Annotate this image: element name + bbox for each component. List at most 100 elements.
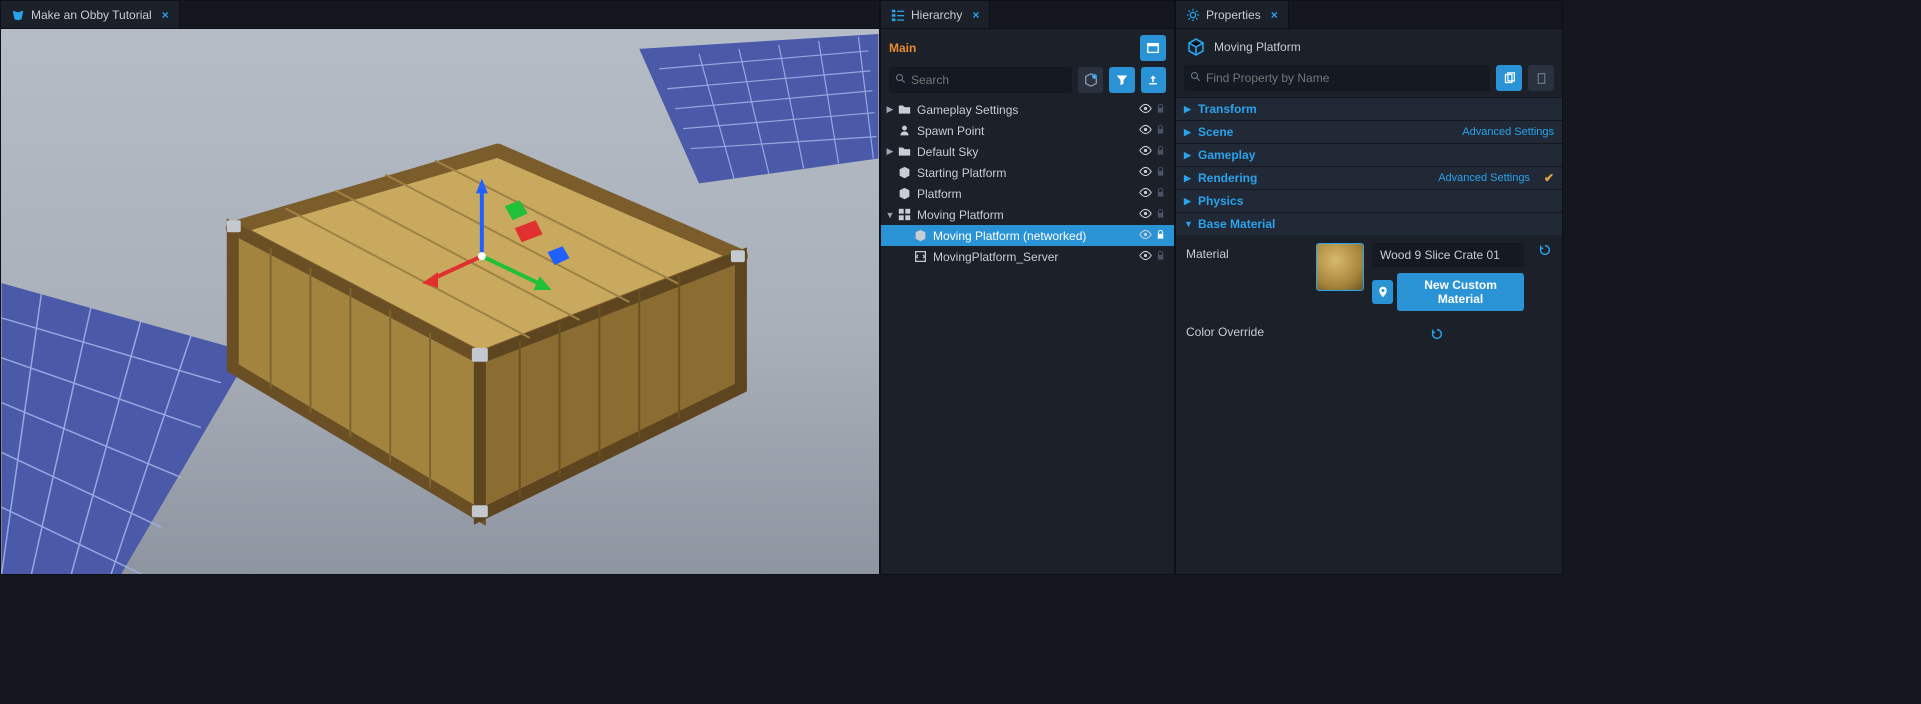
cube-icon: [913, 229, 927, 243]
lock-icon[interactable]: [1154, 124, 1166, 138]
section-physics[interactable]: ▶ Physics: [1176, 189, 1562, 212]
hierarchy-tab[interactable]: Hierarchy ×: [881, 1, 990, 28]
paste-properties-button[interactable]: [1528, 65, 1554, 91]
reset-icon[interactable]: [1430, 327, 1444, 344]
hierarchy-item-label: Platform: [917, 187, 1138, 201]
visibility-icon[interactable]: [1138, 165, 1152, 181]
reset-icon[interactable]: [1538, 243, 1552, 260]
hierarchy-item[interactable]: Platform: [881, 183, 1174, 204]
filter-button[interactable]: [1109, 67, 1134, 93]
expander-icon[interactable]: ▶: [885, 104, 895, 115]
properties-tab-bar: Properties ×: [1176, 1, 1562, 29]
check-icon: ✔: [1544, 171, 1554, 185]
hierarchy-tree[interactable]: ▶ Gameplay Settings Spawn Point ▶ Default Sk…: [881, 99, 1174, 574]
properties-search[interactable]: [1184, 65, 1490, 91]
color-override-label: Color Override: [1186, 321, 1306, 339]
section-scene[interactable]: ▶ Scene Advanced Settings: [1176, 120, 1562, 143]
new-custom-material-button[interactable]: New Custom Material: [1397, 273, 1524, 311]
caret-right-icon: ▶: [1184, 196, 1192, 207]
hierarchy-item[interactable]: Spawn Point: [881, 120, 1174, 141]
lock-icon[interactable]: [1154, 103, 1166, 117]
visibility-icon[interactable]: [1138, 228, 1152, 244]
hierarchy-item[interactable]: MovingPlatform_Server: [881, 246, 1174, 267]
expander-icon[interactable]: ▼: [885, 210, 895, 220]
cube-icon: [1186, 37, 1206, 57]
hierarchy-header: Main: [881, 29, 1174, 67]
section-base-material[interactable]: ▼ Base Material: [1176, 212, 1562, 235]
folder-icon: [897, 103, 911, 117]
section-rendering[interactable]: ▶ Rendering Advanced Settings ✔: [1176, 166, 1562, 189]
lock-icon[interactable]: [1154, 229, 1166, 243]
hierarchy-item[interactable]: ▶ Default Sky: [881, 141, 1174, 162]
lock-icon[interactable]: [1154, 208, 1166, 222]
section-transform[interactable]: ▶ Transform: [1176, 97, 1562, 120]
lock-icon[interactable]: [1154, 166, 1166, 180]
solar-panel-right: [639, 34, 878, 183]
properties-panel: Properties × Moving Platform ▶ Transform…: [1175, 0, 1563, 575]
viewport-tab[interactable]: Make an Obby Tutorial ×: [1, 1, 180, 28]
hierarchy-tab-label: Hierarchy: [911, 8, 962, 22]
visibility-icon[interactable]: [1138, 102, 1152, 118]
lock-icon[interactable]: [1154, 187, 1166, 201]
caret-right-icon: ▶: [1184, 127, 1192, 138]
hierarchy-item[interactable]: ▼Moving Platform: [881, 204, 1174, 225]
script-icon: [913, 250, 927, 264]
material-name-field[interactable]: Wood 9 Slice Crate 01: [1372, 243, 1524, 267]
hierarchy-item-label: Gameplay Settings: [917, 103, 1138, 117]
context-name: Main: [889, 41, 1134, 55]
visibility-icon[interactable]: [1138, 186, 1152, 202]
properties-tab-label: Properties: [1206, 8, 1261, 22]
properties-search-input[interactable]: [1206, 71, 1484, 85]
advanced-settings-link[interactable]: Advanced Settings: [1462, 126, 1554, 138]
caret-right-icon: ▶: [1184, 150, 1192, 161]
properties-tab[interactable]: Properties ×: [1176, 1, 1289, 28]
group-icon: [897, 208, 911, 222]
hierarchy-search[interactable]: [889, 67, 1072, 93]
core-logo-icon: [11, 8, 25, 22]
hierarchy-tab-bar: Hierarchy ×: [881, 1, 1174, 29]
viewport-3d[interactable]: [1, 29, 879, 574]
visibility-icon[interactable]: [1138, 249, 1152, 265]
hierarchy-item-label: MovingPlatform_Server: [933, 250, 1138, 264]
material-thumbnail[interactable]: [1316, 243, 1364, 291]
section-title: Transform: [1198, 102, 1257, 116]
visibility-icon[interactable]: [1138, 144, 1152, 160]
visibility-icon[interactable]: [1138, 123, 1152, 139]
section-gameplay[interactable]: ▶ Gameplay: [1176, 143, 1562, 166]
hierarchy-item-label: Moving Platform (networked): [933, 229, 1138, 243]
lock-icon[interactable]: [1154, 145, 1166, 159]
material-name: Wood 9 Slice Crate 01: [1380, 248, 1500, 262]
viewport-tab-label: Make an Obby Tutorial: [31, 8, 152, 22]
properties-search-row: [1176, 65, 1562, 97]
add-object-button[interactable]: +: [1078, 67, 1103, 93]
section-title: Physics: [1198, 194, 1243, 208]
section-title: Gameplay: [1198, 148, 1255, 162]
hierarchy-item[interactable]: Moving Platform (networked): [881, 225, 1174, 246]
section-title: Rendering: [1198, 171, 1257, 185]
hierarchy-search-input[interactable]: [911, 73, 1066, 87]
visibility-icon[interactable]: [1138, 207, 1152, 223]
hierarchy-item[interactable]: Starting Platform: [881, 162, 1174, 183]
close-icon[interactable]: ×: [972, 8, 979, 22]
material-label: Material: [1186, 243, 1306, 261]
advanced-settings-link[interactable]: Advanced Settings: [1438, 172, 1530, 184]
properties-object-header: Moving Platform: [1176, 29, 1562, 65]
cinematic-button[interactable]: [1140, 35, 1166, 61]
base-material-body: Material Wood 9 Slice Crate 01 New Custo…: [1176, 235, 1562, 352]
hierarchy-search-row: +: [881, 67, 1174, 99]
hierarchy-item-label: Default Sky: [917, 145, 1138, 159]
gear-icon: [1186, 8, 1200, 22]
close-icon[interactable]: ×: [162, 8, 169, 22]
copy-properties-button[interactable]: [1496, 65, 1522, 91]
lock-icon[interactable]: [1154, 250, 1166, 264]
object-name: Moving Platform: [1214, 40, 1301, 54]
close-icon[interactable]: ×: [1271, 8, 1278, 22]
expander-icon[interactable]: ▶: [885, 146, 895, 157]
hierarchy-icon: [891, 8, 905, 22]
upload-button[interactable]: [1141, 67, 1166, 93]
material-row: Material Wood 9 Slice Crate 01 New Custo…: [1186, 243, 1552, 311]
hierarchy-item[interactable]: ▶ Gameplay Settings: [881, 99, 1174, 120]
viewport-tab-bar: Make an Obby Tutorial ×: [1, 1, 879, 29]
locate-material-button[interactable]: [1372, 280, 1393, 304]
viewport-scene: [1, 29, 879, 574]
